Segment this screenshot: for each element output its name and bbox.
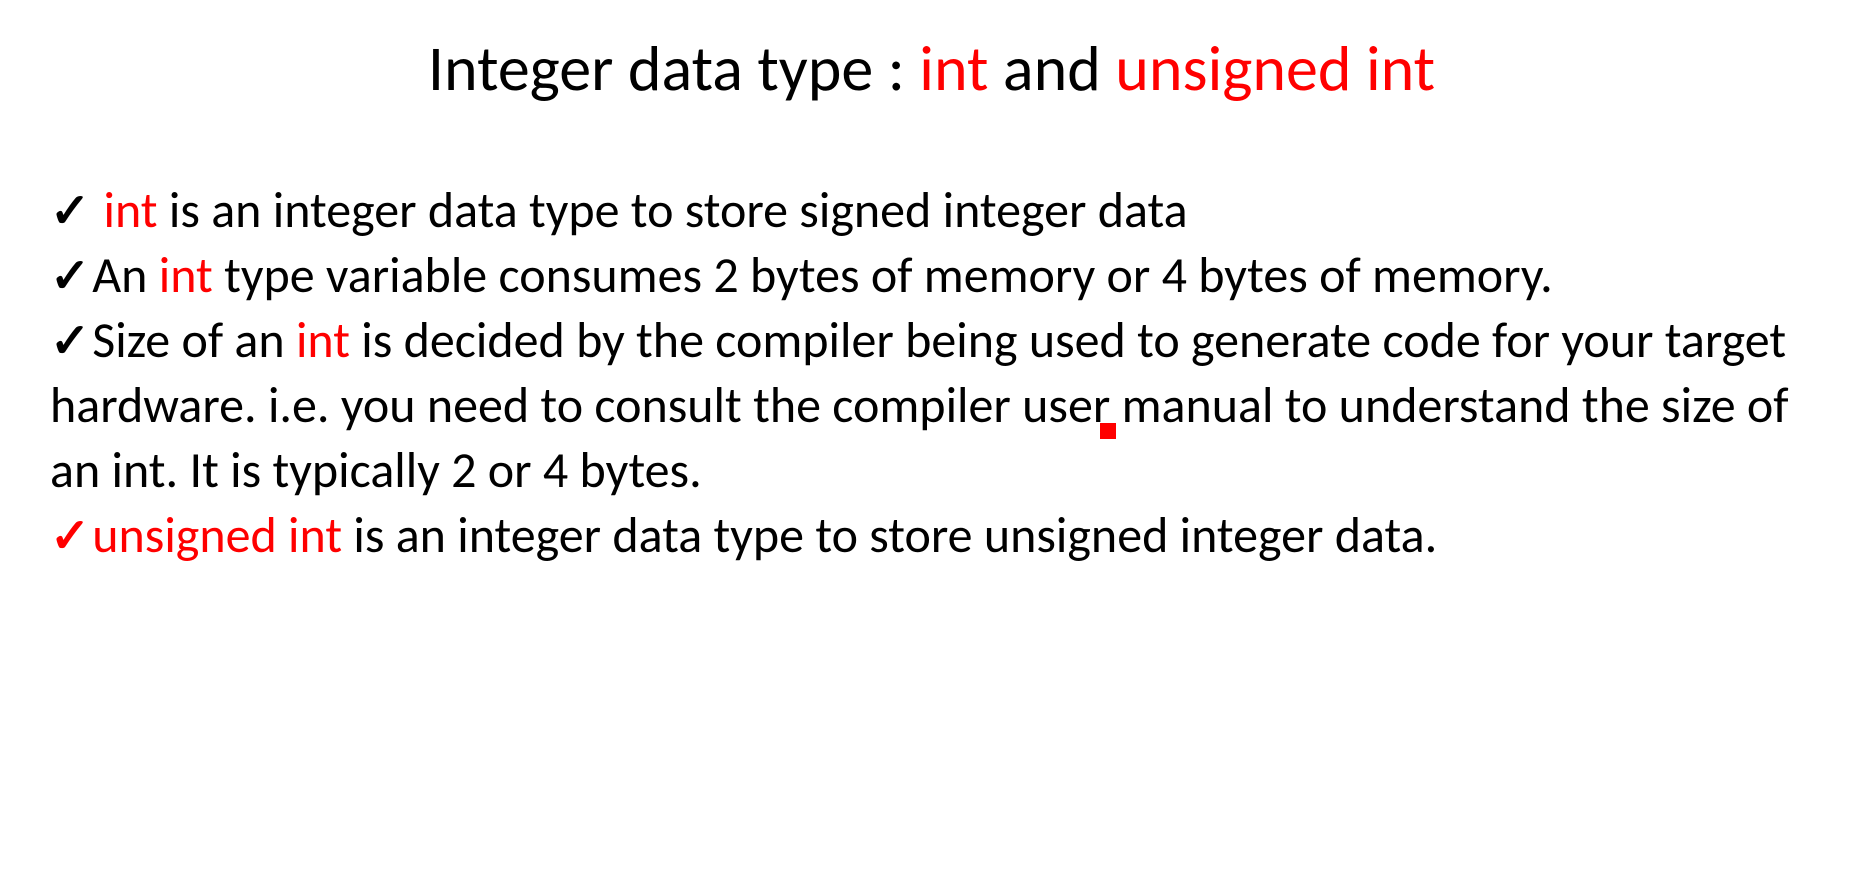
bullet-1-pre xyxy=(92,180,103,241)
title-part1: Integer data type : xyxy=(428,30,919,108)
title-part2-red: int xyxy=(919,30,988,108)
bullet-4-post: is an integer data type to store unsigne… xyxy=(342,505,1437,566)
bullet-2-red: int xyxy=(159,245,213,306)
bullet-2-pre: An xyxy=(92,245,159,306)
checkmark-icon: ✓ xyxy=(50,245,90,307)
slide-content: ✓ int is an integer data type to store s… xyxy=(50,178,1813,568)
bullet-1: ✓ int is an integer data type to store s… xyxy=(50,178,1813,243)
bullet-4: ✓unsigned int is an integer data type to… xyxy=(50,503,1813,568)
bullet-2-post: type variable consumes 2 bytes of memory… xyxy=(213,245,1553,306)
title-part4-red: unsigned int xyxy=(1115,30,1435,108)
checkmark-icon: ✓ xyxy=(50,180,90,242)
bullet-1-post: is an integer data type to store signed … xyxy=(158,180,1188,241)
checkmark-icon: ✓ xyxy=(50,505,90,567)
checkmark-icon: ✓ xyxy=(50,310,90,372)
slide-title: Integer data type : int and unsigned int xyxy=(50,30,1813,108)
bullet-4-red: unsigned int xyxy=(92,505,342,566)
pointer-cursor xyxy=(1100,423,1116,439)
bullet-3: ✓Size of an int is decided by the compil… xyxy=(50,308,1813,503)
title-part3: and xyxy=(988,30,1115,108)
bullet-1-red: int xyxy=(104,180,158,241)
bullet-3-red: int xyxy=(296,310,350,371)
bullet-3-pre: Size of an xyxy=(92,310,296,371)
bullet-2: ✓An int type variable consumes 2 bytes o… xyxy=(50,243,1813,308)
